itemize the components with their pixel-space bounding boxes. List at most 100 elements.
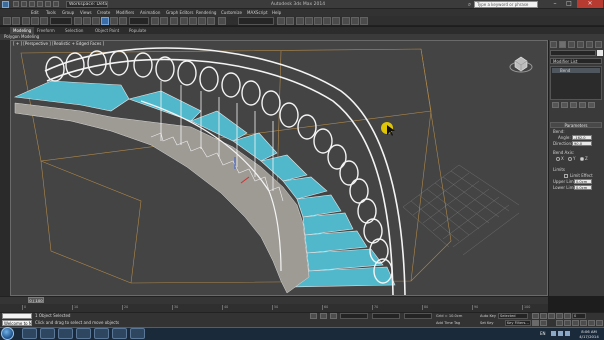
select-and-scale-icon[interactable] [119, 17, 127, 25]
select-object-icon[interactable] [74, 17, 82, 25]
stack-item-bend[interactable]: Bend [552, 68, 600, 73]
object-name-field[interactable] [550, 50, 596, 56]
display-tab-icon[interactable] [586, 41, 593, 48]
modify-tab-icon[interactable] [559, 41, 566, 48]
go-to-start-icon[interactable] [532, 313, 539, 319]
axis-x-radio[interactable] [556, 157, 560, 161]
photoshop-taskbar-icon[interactable] [94, 328, 109, 339]
angle-snap-icon[interactable] [189, 17, 197, 25]
mirror-icon[interactable] [277, 17, 285, 25]
menu-create[interactable]: Create [97, 9, 110, 16]
pan-view-icon[interactable] [580, 320, 587, 326]
object-color-swatch[interactable] [597, 50, 603, 56]
snaps-toggle-icon[interactable] [180, 17, 188, 25]
search-input[interactable]: Type a keyword or phrase [474, 1, 538, 8]
workspace-dropdown[interactable]: Workspace: Default [66, 1, 108, 8]
angle-spinner[interactable]: -162.0 [572, 135, 592, 140]
y-coordinate-field[interactable] [372, 313, 400, 319]
pin-stack-icon[interactable] [552, 102, 559, 108]
spinner-snap-icon[interactable] [207, 17, 215, 25]
menu-modifiers[interactable]: Modifiers [116, 9, 134, 16]
zoom-all-icon[interactable] [564, 320, 571, 326]
redo-icon[interactable] [12, 17, 20, 25]
previous-frame-icon[interactable] [540, 313, 547, 319]
volume-icon[interactable] [565, 331, 570, 336]
tray-icon[interactable] [551, 331, 556, 336]
show-end-result-icon[interactable] [561, 102, 568, 108]
maximize-button[interactable]: □ [562, 0, 576, 8]
create-tab-icon[interactable] [550, 41, 557, 48]
zoom-extents-icon[interactable] [572, 320, 579, 326]
current-frame-field[interactable]: 0 [572, 313, 586, 319]
edit-named-sets-icon[interactable] [218, 17, 226, 25]
viewport-label-menu[interactable]: [ + ] [Perspective ] [Realistic + Edged … [13, 41, 104, 47]
unlink-icon[interactable] [31, 17, 39, 25]
app-taskbar-icon[interactable] [130, 328, 145, 339]
language-indicator[interactable]: EN [540, 328, 546, 339]
lower-limit-spinner[interactable]: 0.0cm [574, 185, 592, 190]
remove-modifier-icon[interactable] [579, 102, 586, 108]
set-key-button[interactable]: Set Key [480, 320, 494, 326]
menu-customize[interactable]: Customize [221, 9, 242, 16]
add-time-tag-button[interactable]: Add Time Tag [436, 320, 460, 326]
network-icon[interactable] [558, 331, 563, 336]
select-and-rotate-icon[interactable] [110, 17, 118, 25]
orbit-icon[interactable] [588, 320, 595, 326]
select-by-name-icon[interactable] [83, 17, 91, 25]
3dsmax-taskbar-icon[interactable] [76, 328, 91, 339]
start-button[interactable] [1, 327, 14, 340]
limit-effect-checkbox[interactable] [564, 174, 568, 178]
menu-edit[interactable]: Edit [31, 9, 39, 16]
app-taskbar-icon[interactable] [112, 328, 127, 339]
pivot-center-icon[interactable] [151, 17, 159, 25]
maxscript-listener-top[interactable] [2, 313, 32, 319]
minimize-button[interactable]: – [548, 0, 562, 8]
z-coordinate-field[interactable] [404, 313, 432, 319]
render-production-icon[interactable] [360, 17, 368, 25]
key-filters-button[interactable]: Key Filters... [505, 320, 531, 326]
axis-z-radio[interactable] [580, 157, 584, 161]
go-to-end-icon[interactable] [564, 313, 571, 319]
graphite-toggle-icon[interactable] [305, 17, 313, 25]
menu-help[interactable]: Help [272, 9, 281, 16]
layer-manager-icon[interactable] [296, 17, 304, 25]
menu-views[interactable]: Views [80, 9, 92, 16]
parameters-rollout[interactable]: Parameters [550, 122, 602, 128]
media-player-taskbar-icon[interactable] [58, 328, 73, 339]
isolate-selection-icon[interactable] [310, 313, 317, 319]
open-file-icon[interactable] [21, 1, 27, 7]
tab-selection[interactable]: Selection [62, 27, 86, 34]
rect-selection-icon[interactable] [92, 17, 100, 25]
hierarchy-tab-icon[interactable] [568, 41, 575, 48]
tab-object-paint[interactable]: Object Paint [92, 27, 122, 34]
make-unique-icon[interactable] [570, 102, 577, 108]
schematic-view-icon[interactable] [323, 17, 331, 25]
tab-populate[interactable]: Populate [126, 27, 149, 34]
keyboard-shortcut-icon[interactable] [170, 17, 178, 25]
menu-animation[interactable]: Animation [140, 9, 160, 16]
maximize-viewport-icon[interactable] [596, 320, 603, 326]
menu-graph-editors[interactable]: Graph Editors [166, 9, 193, 16]
render-setup-icon[interactable] [342, 17, 350, 25]
select-and-move-icon[interactable] [101, 17, 109, 25]
bind-space-warp-icon[interactable] [40, 17, 48, 25]
app-logo-icon[interactable] [2, 1, 9, 8]
upper-limit-spinner[interactable]: 0.0cm [574, 179, 592, 184]
save-file-icon[interactable] [29, 1, 35, 7]
play-icon[interactable] [548, 313, 555, 319]
modifier-stack[interactable]: Bend [550, 66, 602, 100]
x-coordinate-field[interactable] [340, 313, 368, 319]
motion-tab-icon[interactable] [577, 41, 584, 48]
time-slider[interactable]: 0 / 100 [28, 297, 44, 303]
explorer-taskbar-icon[interactable] [22, 328, 37, 339]
material-editor-icon[interactable] [332, 17, 340, 25]
project-folder-icon[interactable] [53, 1, 59, 7]
named-selection-sets-dropdown[interactable] [238, 17, 274, 25]
scene-render[interactable] [11, 41, 548, 296]
key-mode-icon[interactable] [532, 320, 539, 326]
modifier-list-dropdown[interactable]: Modifier List [550, 58, 602, 64]
curve-editor-icon[interactable] [314, 17, 322, 25]
undo-icon[interactable] [37, 1, 43, 7]
tab-freeform[interactable]: Freeform [34, 27, 58, 34]
utilities-tab-icon[interactable] [595, 41, 602, 48]
